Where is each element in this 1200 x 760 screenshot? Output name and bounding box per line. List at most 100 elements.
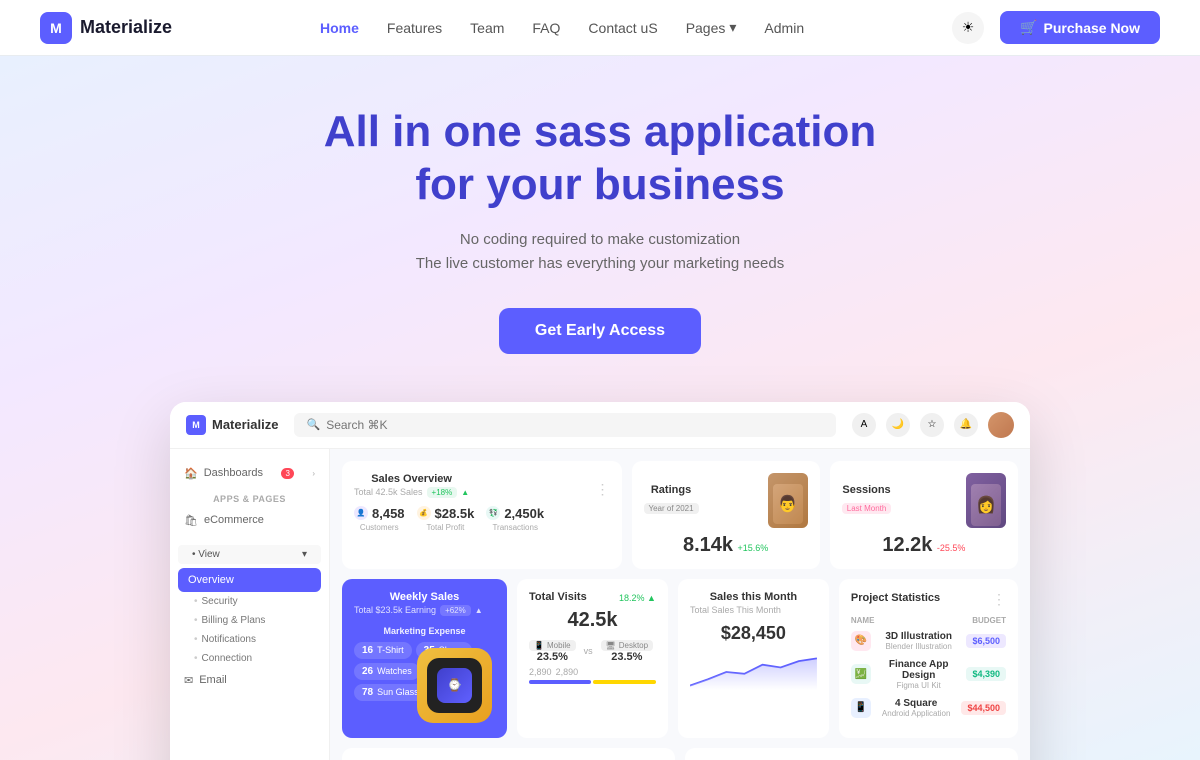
activity-card: Activity Timeline 12 Invoices have been … xyxy=(342,748,675,760)
project-info-1: Finance App Design Figma UI Kit xyxy=(877,659,961,690)
mobile-label: 📱 Mobile xyxy=(529,640,576,651)
sales-overview-card: Sales Overview Total 42.5k Sales +18% ▲ … xyxy=(342,461,622,569)
ratings-tag: Year of 2021 xyxy=(644,503,699,514)
project-info-2: 4 Square Android Application xyxy=(877,698,956,718)
more-icon[interactable]: ⋮ xyxy=(596,481,610,498)
logo-text: Materialize xyxy=(80,17,172,38)
sidebar-section-apps: APPS & PAGES xyxy=(170,486,329,508)
sidebar-item-connection[interactable]: Connection xyxy=(170,649,329,668)
sessions-card: Sessions Last Month 👩 12.2k -25.5% xyxy=(830,461,1018,569)
project-row-2: 📱 4 Square Android Application $44,500 xyxy=(851,698,1006,718)
total-visits-card: Total Visits 18.2% ▲ 42.5k 📱 Mob xyxy=(517,579,668,738)
hero-title: All in one sass application for your bus… xyxy=(0,106,1200,212)
early-access-button[interactable]: Get Early Access xyxy=(499,308,701,354)
sales-month-title: Sales this Month xyxy=(690,591,817,603)
sales-chart-mini xyxy=(690,652,817,692)
weekly-sales-sub: Total $23.5k Earning +62% ▲ xyxy=(354,605,495,616)
transactions-metric: 💱 2,450k Transactions xyxy=(486,506,544,532)
desktop-label: 🖥 Desktop xyxy=(601,640,654,651)
sidebar-item-dashboards[interactable]: 🏠 Dashboards 3 › xyxy=(170,461,329,486)
nav-links: Home Features Team FAQ Contact uS Pages … xyxy=(320,19,804,36)
dashboard-icon: 🏠 xyxy=(184,467,198,480)
mobile-val: 23.5% xyxy=(529,651,576,663)
project-icon-1: 💹 xyxy=(851,664,871,684)
sales-overview-subtitle: Total 42.5k Sales +18% ▲ xyxy=(354,487,469,498)
project-info-0: 3D Illustration Blender Illustration xyxy=(877,631,961,651)
chip-tshirt: 16 T-Shirt xyxy=(354,642,412,659)
logo: M Materialize xyxy=(40,12,172,44)
expense-label: Marketing Expense xyxy=(354,626,495,636)
nav-home[interactable]: Home xyxy=(320,20,359,36)
ratings-card: Ratings Year of 2021 👨 8.14k +15.6% xyxy=(632,461,820,569)
sessions-tag: Last Month xyxy=(842,503,892,514)
total-visits-trend: 18.2% ▲ xyxy=(619,593,656,603)
bell-icon[interactable]: 🔔 xyxy=(954,413,978,437)
mobile-num: 2,890 xyxy=(529,667,552,677)
more-icon[interactable]: ⋮ xyxy=(992,591,1006,608)
project-row-0: 🎨 3D Illustration Blender Illustration $… xyxy=(851,631,1006,651)
cart-icon: 🛒 xyxy=(1020,19,1037,36)
desktop-val: 23.5% xyxy=(601,651,654,663)
desktop-progress xyxy=(593,680,655,684)
chevron-down-icon: ▾ xyxy=(302,549,307,560)
nav-team[interactable]: Team xyxy=(470,20,504,36)
theme-toggle-button[interactable]: ☀ xyxy=(952,12,984,44)
nav-features[interactable]: Features xyxy=(387,20,442,36)
translate-icon[interactable]: A xyxy=(852,413,876,437)
referral-card: Top Referral Sources Number of Sales 📱 🖥… xyxy=(685,748,1018,760)
dash-search-bar[interactable]: 🔍 xyxy=(294,413,836,437)
ratings-title: Ratings xyxy=(644,484,699,496)
dashboard-preview: M Materialize 🔍 A 🌙 ☆ 🔔 xyxy=(170,402,1030,760)
search-input[interactable] xyxy=(326,418,824,432)
dash-logo-icon: M xyxy=(186,415,206,435)
nav-contact[interactable]: Contact uS xyxy=(588,20,657,36)
project-stats-header: Project Statistics ⋮ xyxy=(851,591,1006,608)
project-stats-card: Project Statistics ⋮ NAME BUDGET 🎨 3D Il xyxy=(839,579,1018,738)
total-visits-value: 42.5k xyxy=(529,609,656,632)
logo-icon: M xyxy=(40,12,72,44)
weekly-sales-title: Weekly Sales xyxy=(354,591,495,603)
profit-metric: 💰 $28.5k Total Profit xyxy=(417,506,475,532)
watch-illustration: ⌚ xyxy=(417,648,497,728)
nav-faq[interactable]: FAQ xyxy=(532,20,560,36)
star-icon[interactable]: ☆ xyxy=(920,413,944,437)
sales-month-card: Sales this Month Total Sales This Month … xyxy=(678,579,829,738)
sidebar-item-email[interactable]: ✉ Email xyxy=(170,668,329,693)
user-avatar[interactable] xyxy=(988,412,1014,438)
ecommerce-icon: 🛍 xyxy=(184,514,198,527)
sales-metrics: 👤 8,458 Customers 💰 $28.5k xyxy=(354,506,610,532)
cards-row-3: Activity Timeline 12 Invoices have been … xyxy=(342,748,1018,760)
project-row-1: 💹 Finance App Design Figma UI Kit $4,390 xyxy=(851,659,1006,690)
search-icon: 🔍 xyxy=(306,418,320,431)
sales-month-value: $28,450 xyxy=(690,623,817,644)
sessions-title: Sessions xyxy=(842,484,892,496)
chevron-down-icon: ▾ xyxy=(729,19,736,36)
weekly-trend: +62% xyxy=(440,605,471,616)
sidebar-item-ecommerce[interactable]: 🛍 eCommerce xyxy=(170,508,329,533)
navbar: M Materialize Home Features Team FAQ Con… xyxy=(0,0,1200,56)
cards-row-2: Weekly Sales Total $23.5k Earning +62% ▲… xyxy=(342,579,1018,738)
sidebar-item-billing[interactable]: Billing & Plans xyxy=(170,611,329,630)
sales-month-subtitle: Total Sales This Month xyxy=(690,605,817,615)
sidebar-item-security[interactable]: Security xyxy=(170,592,329,611)
moon-icon[interactable]: 🌙 xyxy=(886,413,910,437)
email-icon: ✉ xyxy=(184,674,193,687)
sessions-value: 12.2k xyxy=(882,534,932,556)
mobile-desktop-row: 📱 Mobile 23.5% vs 🖥 Desktop 23.5% xyxy=(529,640,656,663)
sidebar-view-select[interactable]: • View ▾ xyxy=(178,545,321,564)
dashboard-main: Sales Overview Total 42.5k Sales +18% ▲ … xyxy=(330,449,1030,760)
project-icon-2: 📱 xyxy=(851,698,871,718)
sidebar-item-notifications[interactable]: Notifications xyxy=(170,630,329,649)
nav-admin[interactable]: Admin xyxy=(764,20,804,36)
dashboard-sidebar: 🏠 Dashboards 3 › APPS & PAGES 🛍 eCommerc… xyxy=(170,449,330,760)
dashboard-header: M Materialize 🔍 A 🌙 ☆ 🔔 xyxy=(170,402,1030,449)
project-stats-title: Project Statistics xyxy=(851,592,940,604)
project-budget-2: $44,500 xyxy=(961,701,1006,715)
mobile-progress xyxy=(529,680,591,684)
vs-text: vs xyxy=(584,646,593,656)
sidebar-item-overview[interactable]: Overview xyxy=(178,568,321,592)
project-budget-1: $4,390 xyxy=(966,667,1006,681)
nav-pages[interactable]: Pages ▾ xyxy=(686,19,737,36)
purchase-button[interactable]: 🛒 Purchase Now xyxy=(1000,11,1160,44)
cards-row-1: Sales Overview Total 42.5k Sales +18% ▲ … xyxy=(342,461,1018,569)
